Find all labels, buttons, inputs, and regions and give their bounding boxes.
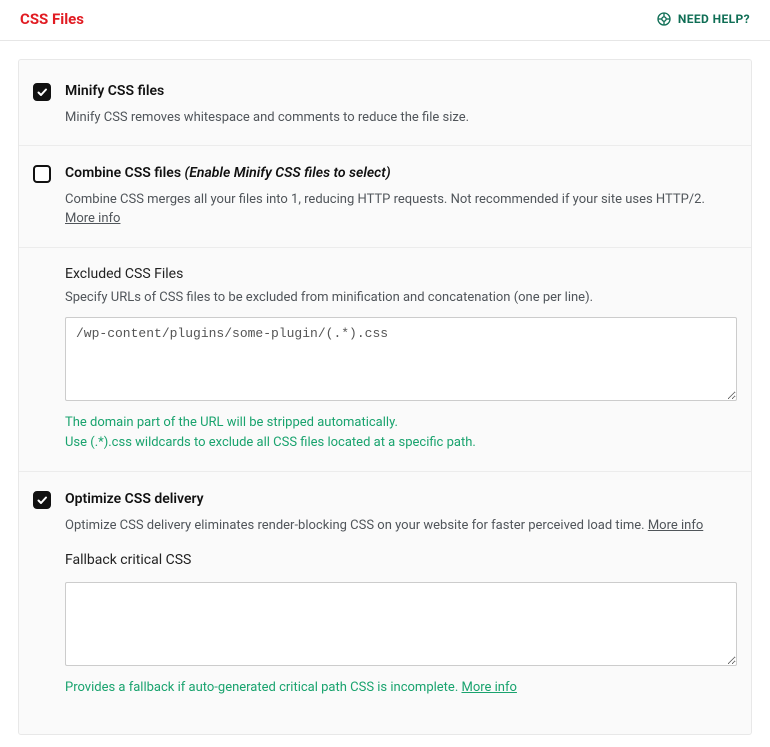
optimize-more-info-link[interactable]: More info	[648, 518, 703, 533]
help-icon	[656, 11, 672, 27]
section-header: CSS Files NEED HELP?	[0, 0, 770, 41]
optimize-checkbox[interactable]	[33, 491, 51, 509]
combine-hint: (Enable Minify CSS files to select)	[185, 165, 391, 181]
combine-label: Combine CSS files (Enable Minify CSS fil…	[65, 164, 737, 184]
fallback-hint: Provides a fallback if auto-generated cr…	[65, 678, 737, 698]
fallback-textarea[interactable]	[65, 582, 737, 666]
optimize-label: Optimize CSS delivery	[65, 490, 737, 510]
option-excluded: Excluded CSS Files Specify URLs of CSS f…	[19, 248, 751, 473]
fallback-title: Fallback critical CSS	[65, 552, 737, 568]
help-link[interactable]: NEED HELP?	[656, 11, 750, 27]
option-combine: Combine CSS files (Enable Minify CSS fil…	[19, 146, 751, 248]
minify-checkbox[interactable]	[33, 83, 51, 101]
combine-desc: Combine CSS merges all your files into 1…	[65, 190, 737, 229]
minify-label: Minify CSS files	[65, 82, 737, 102]
option-minify: Minify CSS files Minify CSS removes whit…	[19, 64, 751, 146]
excluded-title: Excluded CSS Files	[65, 266, 737, 282]
help-label: NEED HELP?	[678, 12, 750, 26]
excluded-hint: The domain part of the URL will be strip…	[65, 413, 737, 453]
optimize-desc: Optimize CSS delivery eliminates render-…	[65, 516, 737, 536]
excluded-textarea[interactable]	[65, 317, 737, 401]
combine-more-info-link[interactable]: More info	[65, 211, 120, 226]
section-title: CSS Files	[20, 10, 84, 28]
excluded-desc: Specify URLs of CSS files to be excluded…	[65, 288, 737, 308]
minify-desc: Minify CSS removes whitespace and commen…	[65, 108, 737, 128]
fallback-more-info-link[interactable]: More info	[461, 680, 516, 695]
option-optimize: Optimize CSS delivery Optimize CSS deliv…	[19, 472, 751, 545]
combine-checkbox[interactable]	[33, 165, 51, 183]
option-fallback: Fallback critical CSS Provides a fallbac…	[19, 546, 751, 716]
css-settings-panel: Minify CSS files Minify CSS removes whit…	[18, 59, 752, 735]
